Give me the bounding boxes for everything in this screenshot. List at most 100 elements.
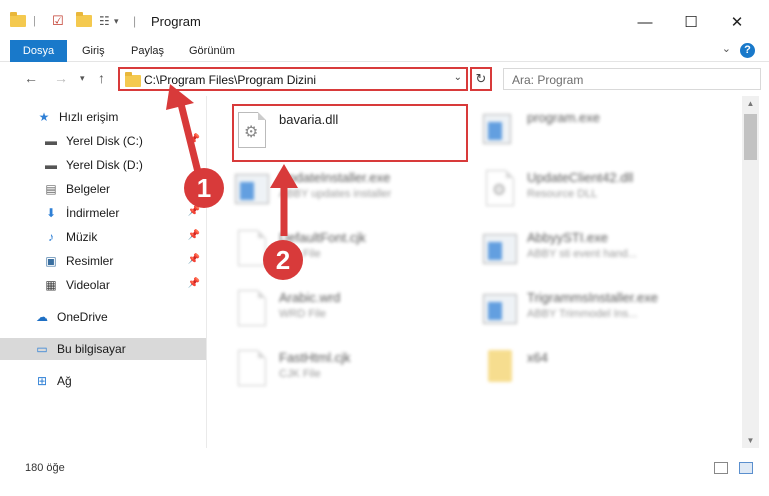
file-icon xyxy=(235,350,269,390)
sidebar-item-this-pc[interactable]: ▭ Bu bilgisayar xyxy=(0,338,206,360)
forward-arrow-icon[interactable]: → xyxy=(54,70,68,86)
exe-file-icon xyxy=(235,170,269,210)
scroll-down-icon[interactable]: ▼ xyxy=(742,436,759,445)
sidebar-item-local-disk-c[interactable]: ▬ Yerel Disk (C:) 📌 xyxy=(0,130,206,152)
pictures-icon: ▣ xyxy=(45,254,57,268)
customize-toolbar-chevron-icon[interactable]: ▾ xyxy=(114,11,119,31)
tab-share[interactable]: Paylaş xyxy=(131,40,164,62)
pin-icon: 📌 xyxy=(187,206,200,217)
recent-locations-chevron-icon[interactable]: ▾ xyxy=(80,73,85,84)
properties-icon[interactable]: ☑ xyxy=(52,11,64,31)
tab-home[interactable]: Giriş xyxy=(82,40,105,62)
navigation-pane: ★ Hızlı erişim ▬ Yerel Disk (C:) 📌 ▬ Yer… xyxy=(0,96,207,448)
file-name: program.exe xyxy=(527,110,600,125)
separator: | xyxy=(133,14,137,28)
sidebar-item-label: Müzik xyxy=(66,230,98,244)
exe-file-icon xyxy=(483,110,517,150)
annotation-badge-2: 2 xyxy=(263,240,303,280)
large-icons-view-icon[interactable] xyxy=(739,462,753,474)
sidebar-item-label: Resimler xyxy=(66,254,114,268)
up-arrow-icon[interactable]: ↑ xyxy=(98,70,105,86)
file-item[interactable]: Arabic.wrd WRD File xyxy=(235,284,485,340)
annotation-badge-1: 1 xyxy=(184,168,224,208)
pin-icon: 📌 xyxy=(187,134,200,145)
file-name: Arabic.wrd xyxy=(279,290,341,305)
file-name: UpdateInstaller.exe xyxy=(279,170,391,185)
file-name: UpdateClient42.dll xyxy=(527,170,634,185)
file-description: Resource DLL xyxy=(527,188,598,200)
file-description: WRD File xyxy=(279,308,327,320)
refresh-button[interactable]: ↻ xyxy=(470,67,492,91)
tab-view[interactable]: Görünüm xyxy=(189,40,235,62)
item-count: 180 öğe xyxy=(25,462,65,474)
pin-icon: 📌 xyxy=(187,230,200,241)
cloud-icon: ☁ xyxy=(36,310,48,324)
file-description: CJK File xyxy=(279,368,321,380)
folder-item[interactable]: x64 xyxy=(483,344,733,400)
download-icon: ⬇ xyxy=(45,206,57,220)
sidebar-item-label: İndirmeler xyxy=(66,206,120,220)
sidebar-item-label: Yerel Disk (C:) xyxy=(66,134,143,148)
file-description: ABBY Trimmodel Ins... xyxy=(527,308,638,320)
folder-icon xyxy=(483,350,517,390)
pin-icon: 📌 xyxy=(187,278,200,289)
expand-ribbon-chevron-icon[interactable]: ⌄ xyxy=(722,42,731,55)
sidebar-item-label: OneDrive xyxy=(57,310,108,324)
sidebar-item-videos[interactable]: ▦ Videolar 📌 xyxy=(0,274,206,296)
video-icon: ▦ xyxy=(45,278,57,292)
dll-file-icon: ⚙ xyxy=(483,170,517,210)
sidebar-item-documents[interactable]: ▤ Belgeler xyxy=(0,178,206,200)
minimize-button[interactable]: — xyxy=(622,8,668,36)
sidebar-item-quick-access[interactable]: ★ Hızlı erişim xyxy=(0,106,206,128)
status-bar: 180 öğe xyxy=(0,448,769,496)
sidebar-item-label: Ağ xyxy=(57,374,72,388)
close-button[interactable]: ✕ xyxy=(714,8,760,36)
file-item[interactable]: TrigrammsInstaller.exe ABBY Trimmodel In… xyxy=(483,284,733,340)
back-arrow-icon[interactable]: ← xyxy=(24,70,38,86)
sidebar-item-music[interactable]: ♪ Müzik 📌 xyxy=(0,226,206,248)
file-item[interactable]: program.exe xyxy=(483,104,733,160)
exe-file-icon xyxy=(483,290,517,330)
separator: | xyxy=(33,15,36,27)
file-name: AbbyySTI.exe xyxy=(527,230,608,245)
sidebar-item-onedrive[interactable]: ☁ OneDrive xyxy=(0,306,206,328)
file-item[interactable]: AbbyySTI.exe ABBY sti event hand... xyxy=(483,224,733,280)
scrollbar-thumb[interactable] xyxy=(744,114,757,160)
refresh-icon: ↻ xyxy=(475,71,487,86)
new-folder-icon[interactable] xyxy=(76,11,92,31)
sidebar-item-network[interactable]: ⊞ Ağ xyxy=(0,370,206,392)
ribbon: Dosya Giriş Paylaş Görünüm ⌄ ? xyxy=(0,40,769,96)
vertical-scrollbar[interactable]: ▲ ▼ xyxy=(742,96,759,448)
navigation-bar: ← → ▾ ↑ C:\Program Files\Program Dizini … xyxy=(0,62,769,96)
folder-icon xyxy=(125,72,141,87)
search-placeholder: Ara: Program xyxy=(512,73,584,87)
sidebar-item-label: Belgeler xyxy=(66,182,111,196)
sidebar-item-pictures[interactable]: ▣ Resimler 📌 xyxy=(0,250,206,272)
file-description: ABBY updates installer xyxy=(279,188,392,200)
search-input[interactable]: Ara: Program xyxy=(503,68,761,90)
file-item[interactable]: FastHtml.cjk CJK File xyxy=(235,344,485,400)
file-item[interactable]: UpdateInstaller.exe ABBY updates install… xyxy=(235,164,485,220)
scroll-up-icon[interactable]: ▲ xyxy=(742,99,759,108)
drive-icon: ▬ xyxy=(45,158,57,172)
quick-access-toolbar-icon[interactable]: ☷ xyxy=(99,11,110,31)
folder-icon xyxy=(10,11,26,31)
sidebar-item-local-disk-d[interactable]: ▬ Yerel Disk (D:) xyxy=(0,154,206,176)
address-path: C:\Program Files\Program Dizini xyxy=(144,73,317,87)
address-bar[interactable]: C:\Program Files\Program Dizini ⌄ xyxy=(118,67,468,91)
network-icon: ⊞ xyxy=(36,374,48,388)
help-icon[interactable]: ? xyxy=(740,43,755,58)
maximize-button[interactable]: ☐ xyxy=(668,8,714,36)
window-title: Program xyxy=(151,14,201,29)
music-icon: ♪ xyxy=(48,230,54,244)
sidebar-item-downloads[interactable]: ⬇ İndirmeler 📌 xyxy=(0,202,206,224)
sidebar-item-label: Hızlı erişim xyxy=(59,110,119,124)
star-icon: ★ xyxy=(38,110,50,124)
file-description: ABBY sti event hand... xyxy=(527,248,637,260)
details-view-icon[interactable] xyxy=(714,462,728,474)
address-dropdown-chevron-icon[interactable]: ⌄ xyxy=(454,72,462,83)
file-item[interactable]: ⚙ UpdateClient42.dll Resource DLL xyxy=(483,164,733,220)
file-name: x64 xyxy=(527,350,548,365)
documents-icon: ▤ xyxy=(45,182,57,196)
file-name: TrigrammsInstaller.exe xyxy=(527,290,658,305)
